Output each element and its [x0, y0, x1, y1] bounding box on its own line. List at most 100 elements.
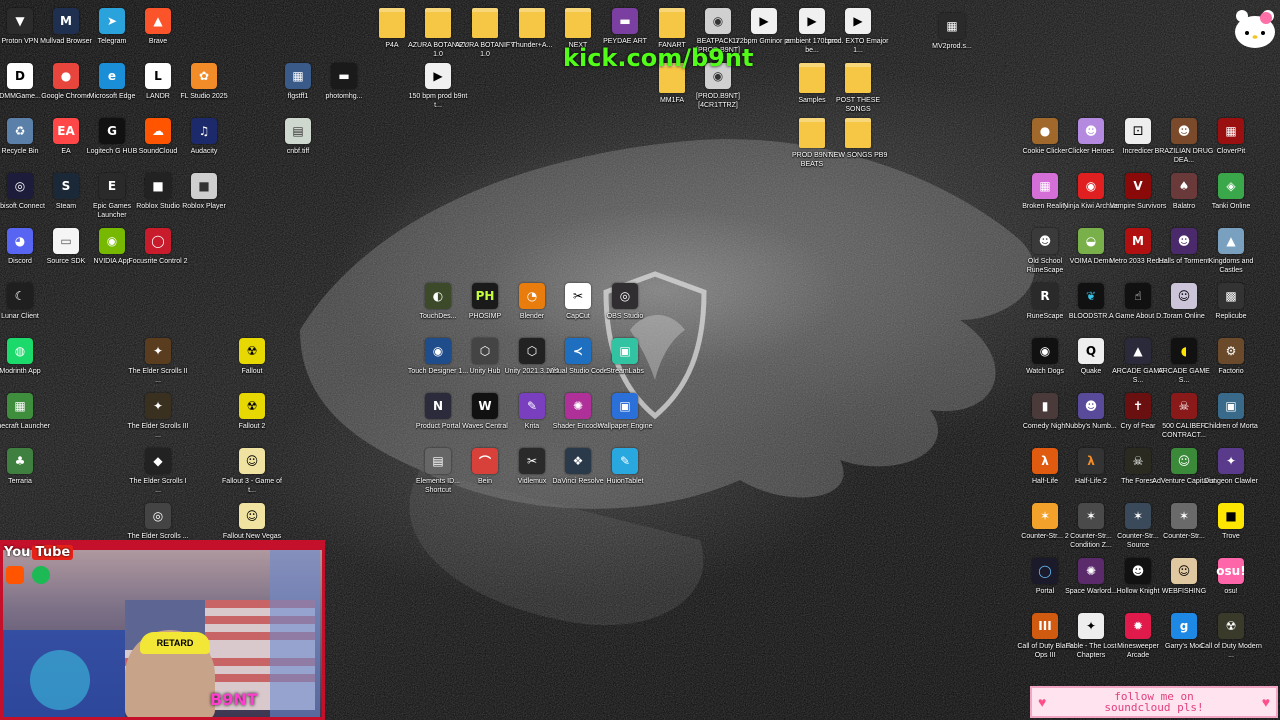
- video-file-icon: ▦: [939, 13, 965, 39]
- dungeon-clawler-icon: ✦: [1218, 448, 1244, 474]
- folder-icon: [565, 8, 591, 38]
- desktop-icon[interactable]: ◈ Tanki Online: [1200, 173, 1262, 229]
- desktop-icon[interactable]: osu! osu!: [1200, 558, 1262, 614]
- chrome-icon: ●: [53, 63, 79, 89]
- roblox-icon: ■: [191, 173, 217, 199]
- desktop-icon[interactable]: ▣ Children of Morta: [1200, 393, 1262, 449]
- desktop-icon[interactable]: ☾ Lunar Client: [0, 283, 51, 339]
- desktop-icon-label: Call of Duty Modern ...: [1200, 643, 1262, 659]
- desktop-icon[interactable]: ▲ Brave: [127, 8, 189, 64]
- desktop-icon[interactable]: ♫ Audacity: [173, 118, 235, 174]
- desktop-icon-label: MV2prod.s...: [932, 43, 972, 50]
- clicker-heroes-icon: ☻: [1078, 118, 1104, 144]
- cod-bo3-icon: III: [1032, 613, 1058, 639]
- desktop-icon-label: The Elder Scrolls I ...: [129, 478, 187, 494]
- fable-icon: ✦: [1078, 613, 1104, 639]
- desktop-icon[interactable]: ▶ prod. EXTO Emajor 1...: [827, 8, 889, 64]
- desktop-icon[interactable]: ▦ MV2prod.s...: [921, 13, 983, 69]
- fallout-2-icon: ☢: [239, 393, 265, 419]
- capcut-icon: ✂: [565, 283, 591, 309]
- desktop-icon[interactable]: NEW SONGS PB9: [827, 118, 889, 174]
- desktop-icon[interactable]: ✿ FL Studio 2025: [173, 63, 235, 119]
- telegram-icon: ➤: [99, 8, 125, 34]
- desktop-icon[interactable]: ✦ Dungeon Clawler: [1200, 448, 1262, 504]
- desktop-icon[interactable]: ▩ Replicube: [1200, 283, 1262, 339]
- incredicer-icon: ⚀: [1125, 118, 1151, 144]
- desktop-icon-label: POST THESE SONGS: [835, 97, 881, 113]
- roblox-studio-icon: ■: [145, 173, 171, 199]
- desktop-icon[interactable]: ▦ Minecraft Launcher: [0, 393, 51, 449]
- desktop-icon[interactable]: ▣ Wallpaper Engine: [594, 393, 656, 449]
- tanki-icon: ◈: [1218, 173, 1244, 199]
- desktop-icon-label: prod. EXTO Emajor 1...: [827, 38, 889, 54]
- garrys-mod-icon: g: [1171, 613, 1197, 639]
- desktop-icon-label: The Elder Scrolls III ...: [127, 423, 189, 439]
- desktop-icon[interactable]: ▤ cnbf.tiff: [267, 118, 329, 174]
- photoshop-icon: PH: [472, 283, 498, 309]
- desktop-icon-label: FL Studio 2025: [180, 93, 228, 100]
- halls-icon: ☻: [1171, 228, 1197, 254]
- hollow-knight-icon: ☻: [1125, 558, 1151, 584]
- desktop-icon[interactable]: ☢ Fallout: [221, 338, 283, 394]
- wallpaper-engine-icon: ▣: [612, 393, 638, 419]
- desktop-icon-label: [PROD.B9NT] [4CR1TTRZ]: [696, 93, 740, 109]
- factorio-icon: ⚙: [1218, 338, 1244, 364]
- desktop-icon[interactable]: ☢ Fallout 2: [221, 393, 283, 449]
- trove-icon: ■: [1218, 503, 1244, 529]
- webcam-border: [0, 540, 325, 720]
- desktop-icon[interactable]: ▦ CloverPit: [1200, 118, 1262, 174]
- folder-icon: [845, 118, 871, 148]
- desktop-icon[interactable]: ☺ Fallout 3 - Game of t...: [221, 448, 283, 504]
- webcam-logo-text: B9NT: [210, 690, 258, 709]
- cloverpit-icon: ▦: [1218, 118, 1244, 144]
- source-sdk-icon: ▭: [53, 228, 79, 254]
- desktop-icon[interactable]: ■ Roblox Player: [173, 173, 235, 229]
- minesweeper-icon: ✹: [1125, 613, 1151, 639]
- logitech-icon: G: [99, 118, 125, 144]
- cookie-clicker-icon: ●: [1032, 118, 1058, 144]
- desktop-icon[interactable]: ◆ The Elder Scrolls I ...: [127, 448, 189, 504]
- quake-icon: Q: [1078, 338, 1104, 364]
- desktop-icon[interactable]: ◯ Focusrite Control 2: [127, 228, 189, 284]
- recycle-bin-icon: ♻: [7, 118, 33, 144]
- desktop-icon[interactable]: ▲ Kingdoms and Castles: [1200, 228, 1262, 284]
- fallout-3-icon: ☺: [239, 448, 265, 474]
- kingdoms-icon: ▲: [1218, 228, 1244, 254]
- touchdesigner-icon: ◐: [425, 283, 451, 309]
- bein-icon: ⌒: [472, 448, 498, 474]
- disc-icon: ◉: [705, 8, 731, 34]
- caliber-icon: ☠: [1171, 393, 1197, 419]
- desktop-icon[interactable]: POST THESE SONGS: [827, 63, 889, 119]
- desktop-icon-label: Lunar Client: [1, 313, 39, 320]
- desktop-icon[interactable]: ✦ The Elder Scrolls II ...: [127, 338, 189, 394]
- desktop-icon[interactable]: ☢ Call of Duty Modern ...: [1200, 613, 1262, 669]
- folder-icon: [659, 8, 685, 38]
- desktop-icon[interactable]: ✎ HuionTablet: [594, 448, 656, 504]
- discord-icon: ◕: [7, 228, 33, 254]
- portal-icon: ◯: [1032, 558, 1058, 584]
- half-life-icon: λ: [1032, 448, 1058, 474]
- desktop-icon[interactable]: ◍ Modrinth App: [0, 338, 51, 394]
- desktop-icon[interactable]: ♣ Terraria: [0, 448, 51, 504]
- desktop-icon[interactable]: ▬ photomhg...: [313, 63, 375, 119]
- replicube-icon: ▩: [1218, 283, 1244, 309]
- elder-scrolls-2-icon: ✦: [145, 338, 171, 364]
- desktop-icon[interactable]: ⚙ Factorio: [1200, 338, 1262, 394]
- desktop-icon[interactable]: ▶ 150 bpm prod b9nt t...: [407, 63, 469, 119]
- mullvad-icon: M: [53, 8, 79, 34]
- cod-mw-icon: ☢: [1218, 613, 1244, 639]
- bloodstrike-icon: ❦: [1078, 283, 1104, 309]
- minecraft-icon: ▦: [7, 393, 33, 419]
- desktop-icon[interactable]: ■ Trove: [1200, 503, 1262, 559]
- folder-icon: [845, 63, 871, 93]
- vpn-icon: ▼: [7, 8, 33, 34]
- desktop-icon[interactable]: ✦ The Elder Scrolls III ...: [127, 393, 189, 449]
- desktop-icon[interactable]: ▣ StreamLabs: [594, 338, 656, 394]
- nubby-icon: ☻: [1078, 393, 1104, 419]
- edge-icon: e: [99, 63, 125, 89]
- focusrite-icon: ◯: [145, 228, 171, 254]
- runescape-icon: R: [1032, 283, 1058, 309]
- touchdesigner-2-icon: ◉: [425, 338, 451, 364]
- desktop-icon[interactable]: ◎ OBS Studio: [594, 283, 656, 339]
- huion-icon: ✎: [612, 448, 638, 474]
